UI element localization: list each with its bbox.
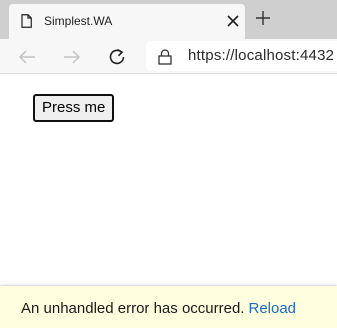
arrow-right-icon[interactable] (63, 48, 81, 66)
error-banner: An unhandled error has occurred. Reload (0, 286, 337, 328)
lock-icon[interactable] (158, 49, 172, 65)
browser-toolbar: https://localhost:4432 (0, 39, 337, 74)
error-message: An unhandled error has occurred. (21, 300, 245, 317)
tab-title: Simplest.WA (44, 14, 113, 28)
arrow-left-icon[interactable] (18, 48, 36, 66)
page-content: Press me An unhandled error has occurred… (0, 74, 337, 328)
plus-icon[interactable] (256, 11, 270, 25)
reload-link[interactable]: Reload (248, 300, 296, 317)
error-banner-text: An unhandled error has occurred. Reload (21, 300, 296, 317)
browser-window: Simplest.WA https://localhost:4432 Press… (0, 0, 337, 328)
press-me-button[interactable]: Press me (33, 94, 115, 122)
tab-strip: Simplest.WA (0, 0, 337, 39)
address-bar[interactable]: https://localhost:4432 (146, 41, 337, 71)
refresh-icon[interactable] (108, 48, 126, 66)
page-icon (21, 14, 32, 28)
url-text[interactable]: https://localhost:4432 (188, 47, 334, 64)
tab-simplest-wa[interactable]: Simplest.WA (9, 4, 245, 39)
close-icon[interactable] (227, 15, 239, 27)
